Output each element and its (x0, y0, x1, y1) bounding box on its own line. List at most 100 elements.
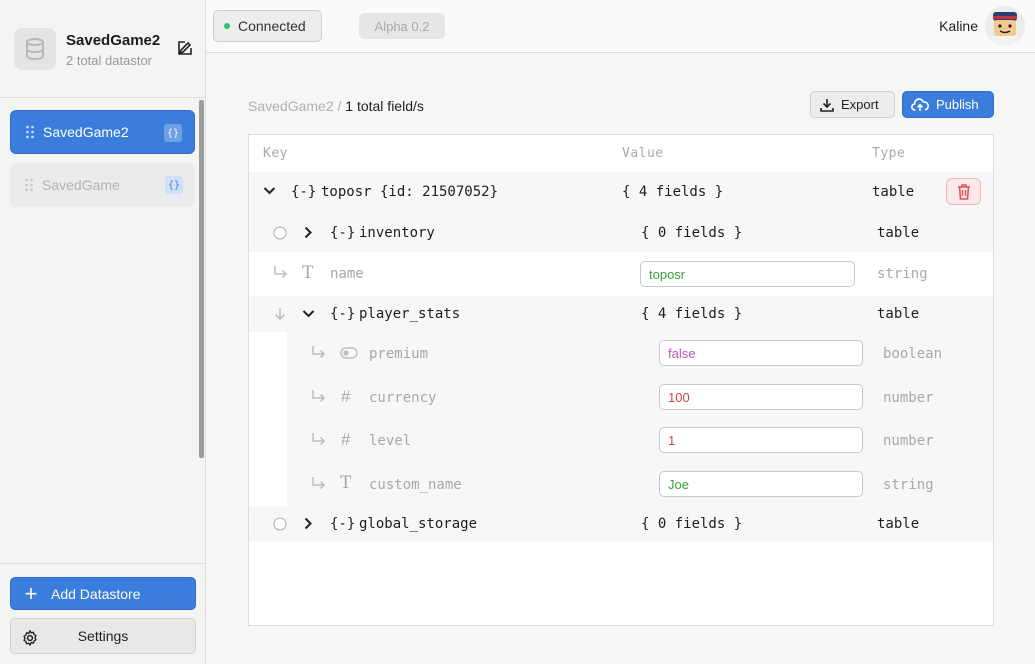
chevron-down-icon[interactable] (302, 309, 315, 319)
breadcrumb: SavedGame2 / 1 total field/s (248, 98, 424, 114)
sidebar-footer: + Add Datastore Settings (0, 563, 206, 664)
text-type-icon: T (302, 263, 314, 283)
row-type: number (883, 390, 934, 406)
row-key: custom_name (369, 477, 462, 493)
table-row-inventory[interactable]: {-} inventory { 0 fields } table (249, 212, 993, 252)
column-header-value: Value (622, 146, 664, 161)
datastore-count: 2 total datastor (66, 53, 152, 68)
table-badge: {} (165, 176, 183, 194)
table-row-level[interactable]: # level 1 number (249, 419, 993, 462)
export-label: Export (841, 97, 879, 112)
chevron-right-icon[interactable] (304, 517, 312, 530)
return-arrow-icon (274, 266, 288, 279)
return-arrow-icon (312, 433, 326, 446)
row-key: premium (369, 346, 429, 362)
row-key: inventory (359, 225, 435, 241)
table-row-currency[interactable]: # currency 100 number (249, 375, 993, 419)
datastore-item-label: SavedGame (42, 177, 120, 193)
row-value: { 4 fields } (641, 306, 743, 322)
value-input[interactable]: Joe (659, 471, 863, 497)
arrow-down-icon (274, 308, 286, 321)
row-type: table (872, 184, 915, 200)
delete-button[interactable] (946, 178, 981, 205)
radio-icon[interactable] (273, 226, 287, 240)
table-row-global-storage[interactable]: {-} global_storage { 0 fields } table (249, 506, 993, 542)
status-dot-icon (224, 23, 230, 29)
table-badge: {} (164, 124, 182, 142)
datastore-item-savedgame[interactable]: SavedGame {} (10, 163, 195, 207)
text-type-icon: T (340, 473, 352, 493)
row-key: level (369, 433, 412, 449)
table-row-root[interactable]: {-} toposr {id: 21507052} { 4 fields } t… (249, 172, 993, 212)
column-header-key: Key (263, 146, 288, 161)
row-key: toposr {id: 21507052} (321, 184, 499, 200)
braces-icon: {-} (291, 184, 317, 200)
connection-status[interactable]: Connected (213, 10, 322, 42)
row-type: table (877, 516, 920, 532)
value-input[interactable]: 100 (659, 384, 863, 410)
chevron-right-icon[interactable] (304, 226, 312, 239)
connection-status-label: Connected (238, 18, 306, 34)
settings-label: Settings (77, 628, 129, 644)
version-badge: Alpha 0.2 (359, 13, 445, 39)
sidebar: SavedGame2 2 total datastor SavedGame2 {… (0, 0, 206, 664)
row-key: name (330, 266, 364, 282)
hash-icon: # (341, 430, 351, 449)
datastore-title: SavedGame2 (66, 32, 161, 49)
row-type: table (877, 306, 920, 322)
return-arrow-icon (312, 346, 326, 359)
row-type: table (877, 225, 920, 241)
radio-icon[interactable] (273, 517, 287, 531)
add-datastore-button[interactable]: + Add Datastore (10, 577, 196, 610)
add-datastore-label: Add Datastore (51, 585, 141, 602)
value-input[interactable]: false (659, 340, 863, 366)
breadcrumb-separator: / (337, 98, 342, 114)
drag-handle-icon[interactable] (25, 125, 35, 139)
topbar: Connected Alpha 0.2 Kaline (206, 0, 1035, 53)
value-input[interactable]: 1 (659, 427, 863, 453)
data-table: Key Value Type {-} toposr {id: 21507052}… (248, 134, 994, 626)
datastore-item-label: SavedGame2 (43, 124, 129, 140)
return-arrow-icon (312, 390, 326, 403)
column-header-type: Type (872, 146, 906, 161)
row-type: number (883, 433, 934, 449)
row-value: { 4 fields } (622, 184, 724, 200)
avatar[interactable] (985, 6, 1025, 46)
cloud-upload-icon (911, 97, 929, 111)
table-row-name[interactable]: T name toposr string (249, 252, 993, 296)
braces-icon: {-} (330, 225, 356, 241)
breadcrumb-current: 1 total field/s (345, 98, 424, 114)
plus-icon: + (24, 580, 38, 606)
publish-label: Publish (936, 97, 979, 112)
row-type: string (877, 266, 928, 282)
table-row-premium[interactable]: premium false boolean (249, 332, 993, 375)
table-row-player-stats[interactable]: {-} player_stats { 4 fields } table (249, 296, 993, 332)
value-input[interactable]: toposr (640, 261, 855, 287)
row-type: string (883, 477, 934, 493)
database-icon (14, 28, 56, 70)
row-key: player_stats (359, 306, 461, 322)
drag-handle-icon[interactable] (24, 178, 34, 192)
breadcrumb-root[interactable]: SavedGame2 (248, 98, 334, 114)
braces-icon: {-} (330, 306, 356, 322)
username: Kaline (939, 18, 978, 34)
row-type: boolean (883, 346, 943, 362)
settings-button[interactable]: Settings (10, 618, 196, 654)
toggle-icon (340, 347, 358, 359)
gear-icon (23, 630, 37, 646)
sidebar-header: SavedGame2 2 total datastor (0, 0, 206, 98)
chevron-down-icon[interactable] (263, 186, 276, 196)
sidebar-scrollbar[interactable] (199, 100, 204, 458)
return-arrow-icon (312, 477, 326, 490)
hash-icon: # (341, 387, 351, 406)
datastore-item-savedgame2[interactable]: SavedGame2 {} (10, 110, 195, 154)
export-button[interactable]: Export (810, 91, 895, 118)
trash-icon (957, 184, 970, 200)
row-value: { 0 fields } (641, 516, 743, 532)
row-key: global_storage (359, 516, 478, 532)
table-row-custom-name[interactable]: T custom_name Joe string (249, 462, 993, 506)
edit-icon[interactable] (177, 40, 193, 56)
braces-icon: {-} (330, 516, 356, 532)
row-value: { 0 fields } (641, 225, 743, 241)
publish-button[interactable]: Publish (902, 91, 994, 118)
